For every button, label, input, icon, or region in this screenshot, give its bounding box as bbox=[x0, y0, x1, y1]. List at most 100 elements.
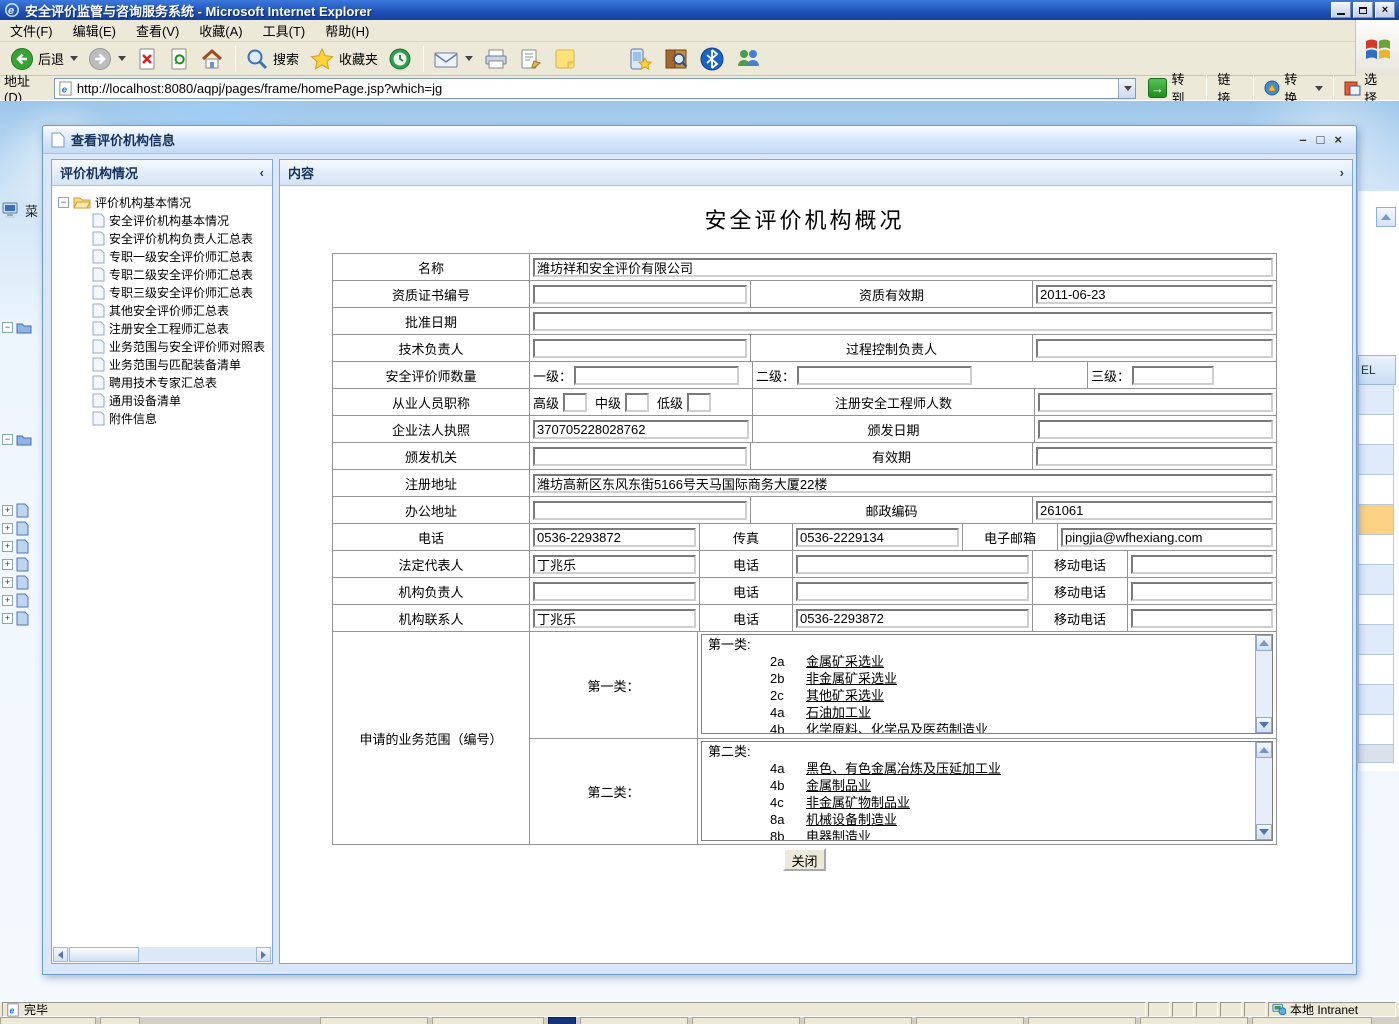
cert-no-input[interactable] bbox=[533, 285, 747, 304]
taskbar-segment[interactable] bbox=[1028, 1017, 1136, 1024]
horizontal-scrollbar[interactable] bbox=[53, 947, 271, 962]
back-button[interactable]: 后退 bbox=[6, 45, 82, 73]
edit-button[interactable] bbox=[515, 45, 547, 73]
taskbar-segment[interactable] bbox=[432, 1017, 544, 1024]
legal-mobile-input[interactable] bbox=[1131, 555, 1273, 574]
scope-item[interactable]: 2b非金属矿采选业 bbox=[708, 670, 1252, 687]
fax-input[interactable] bbox=[796, 528, 959, 547]
issue-date-input[interactable] bbox=[1038, 420, 1273, 439]
grid-cell[interactable] bbox=[1358, 595, 1394, 625]
legal-phone-input[interactable] bbox=[796, 555, 1029, 574]
tree-item[interactable]: 安全评价机构负责人汇总表 bbox=[52, 229, 272, 247]
scroll-up-button[interactable] bbox=[1256, 742, 1272, 758]
stop-button[interactable] bbox=[132, 45, 162, 73]
menu-help[interactable]: 帮助(H) bbox=[315, 19, 379, 42]
taskbar-segment[interactable] bbox=[916, 1017, 1024, 1024]
office-addr-input[interactable] bbox=[533, 501, 747, 520]
taskbar-segment[interactable] bbox=[692, 1017, 800, 1024]
popup-close-button[interactable]: × bbox=[1334, 133, 1342, 146]
expand-box-icon[interactable]: + bbox=[2, 577, 13, 588]
menu-tools[interactable]: 工具(T) bbox=[253, 19, 316, 42]
expand-box-icon[interactable]: + bbox=[2, 541, 13, 552]
senior-input[interactable] bbox=[563, 393, 587, 412]
taskbar-segment[interactable] bbox=[100, 1017, 140, 1024]
scope-item[interactable]: 8b电器制造业 bbox=[708, 828, 1252, 841]
close-button[interactable]: × bbox=[1375, 2, 1395, 18]
tree-item-label[interactable]: 其他安全评价师汇总表 bbox=[109, 302, 229, 319]
menu-favorites[interactable]: 收藏(A) bbox=[189, 19, 252, 42]
expand-box-icon[interactable]: + bbox=[2, 595, 13, 606]
notes-button[interactable] bbox=[549, 45, 581, 73]
tree-item-label[interactable]: 专职二级安全评价师汇总表 bbox=[109, 266, 253, 283]
grid-cell-highlighted[interactable] bbox=[1358, 505, 1394, 535]
expand-box-icon[interactable]: + bbox=[2, 523, 13, 534]
taskbar-segment-active[interactable] bbox=[548, 1017, 576, 1024]
scroll-down-button[interactable] bbox=[1256, 717, 1272, 733]
collapse-box-icon[interactable]: − bbox=[2, 322, 13, 333]
grid-cell[interactable] bbox=[1358, 625, 1394, 655]
tree-item-label[interactable]: 聘用技术专家汇总表 bbox=[109, 374, 217, 391]
junior-input[interactable] bbox=[687, 393, 711, 412]
taskbar-segment[interactable] bbox=[804, 1017, 912, 1024]
level2-input[interactable] bbox=[797, 366, 972, 385]
search-button[interactable]: 搜索 bbox=[241, 45, 303, 73]
address-dropdown-button[interactable] bbox=[1118, 79, 1135, 98]
org-contact-input[interactable] bbox=[533, 609, 696, 628]
grid-cell[interactable] bbox=[1358, 415, 1394, 445]
tree-item-label[interactable]: 业务范围与匹配装备清单 bbox=[109, 356, 241, 373]
tree-item[interactable]: 注册安全工程师汇总表 bbox=[52, 319, 272, 337]
print-button[interactable] bbox=[479, 45, 513, 73]
scrollbar-thumb[interactable] bbox=[69, 947, 139, 962]
taskbar-segment[interactable] bbox=[580, 1017, 688, 1024]
convert-caret-icon[interactable] bbox=[1315, 86, 1323, 91]
menu-file[interactable]: 文件(F) bbox=[0, 19, 63, 42]
tree-item[interactable]: 通用设备清单 bbox=[52, 391, 272, 409]
tree-item-label[interactable]: 专职三级安全评价师汇总表 bbox=[109, 284, 253, 301]
tree-item-label[interactable]: 安全评价机构负责人汇总表 bbox=[109, 230, 253, 247]
phone-input[interactable] bbox=[533, 528, 696, 547]
mail-caret-icon[interactable] bbox=[465, 56, 473, 61]
menu-view[interactable]: 查看(V) bbox=[126, 19, 189, 42]
middle-input[interactable] bbox=[625, 393, 649, 412]
license-input[interactable] bbox=[533, 420, 749, 439]
address-url[interactable]: http://localhost:8080/aqpj/pages/frame/h… bbox=[77, 81, 1118, 96]
vertical-scrollbar[interactable] bbox=[1255, 635, 1272, 733]
tree-root-label[interactable]: 评价机构基本情况 bbox=[95, 194, 191, 211]
grid-cell[interactable] bbox=[1358, 685, 1394, 715]
phone-favorites-button[interactable] bbox=[623, 44, 657, 74]
restore-button[interactable] bbox=[1353, 2, 1373, 18]
org-head-phone-input[interactable] bbox=[796, 582, 1029, 601]
close-form-button[interactable]: 关闭 bbox=[783, 848, 825, 871]
engineer-count-input[interactable] bbox=[1038, 393, 1273, 412]
scope-item[interactable]: 4b化学原料、化学品及医药制造业 bbox=[708, 721, 1252, 734]
back-caret-icon[interactable] bbox=[70, 56, 78, 61]
tree-item-label[interactable]: 安全评价机构基本情况 bbox=[109, 212, 229, 229]
scroll-up-button[interactable] bbox=[1256, 635, 1272, 651]
scroll-down-button[interactable] bbox=[1256, 824, 1272, 840]
valid-input[interactable] bbox=[1036, 447, 1273, 466]
process-head-input[interactable] bbox=[1036, 339, 1273, 358]
grid-cell[interactable] bbox=[1358, 715, 1394, 745]
tree-item[interactable]: 业务范围与匹配装备清单 bbox=[52, 355, 272, 373]
scope-item[interactable]: 4b金属制品业 bbox=[708, 777, 1252, 794]
tree-item[interactable]: 附件信息 bbox=[52, 409, 272, 427]
taskbar-segment[interactable] bbox=[320, 1017, 428, 1024]
history-button[interactable] bbox=[384, 45, 416, 73]
menu-edit[interactable]: 编辑(E) bbox=[63, 19, 126, 42]
tree-item[interactable]: 专职一级安全评价师汇总表 bbox=[52, 247, 272, 265]
level3-input[interactable] bbox=[1132, 366, 1214, 385]
scope-item[interactable]: 4a石油加工业 bbox=[708, 704, 1252, 721]
grid-cell[interactable] bbox=[1358, 445, 1394, 475]
messenger-button[interactable] bbox=[731, 44, 765, 74]
grid-cell[interactable] bbox=[1358, 565, 1394, 595]
issue-org-input[interactable] bbox=[533, 447, 747, 466]
cert-valid-input[interactable] bbox=[1036, 285, 1273, 304]
legal-rep-input[interactable] bbox=[533, 555, 696, 574]
favorites-button[interactable]: 收藏夹 bbox=[305, 45, 382, 73]
forward-button[interactable] bbox=[84, 45, 130, 73]
collapse-box-icon[interactable]: − bbox=[2, 434, 13, 445]
email-input[interactable] bbox=[1061, 528, 1273, 547]
grid-cell[interactable] bbox=[1358, 535, 1394, 565]
home-button[interactable] bbox=[196, 45, 228, 73]
tree-root[interactable]: − 评价机构基本情况 bbox=[52, 193, 272, 211]
